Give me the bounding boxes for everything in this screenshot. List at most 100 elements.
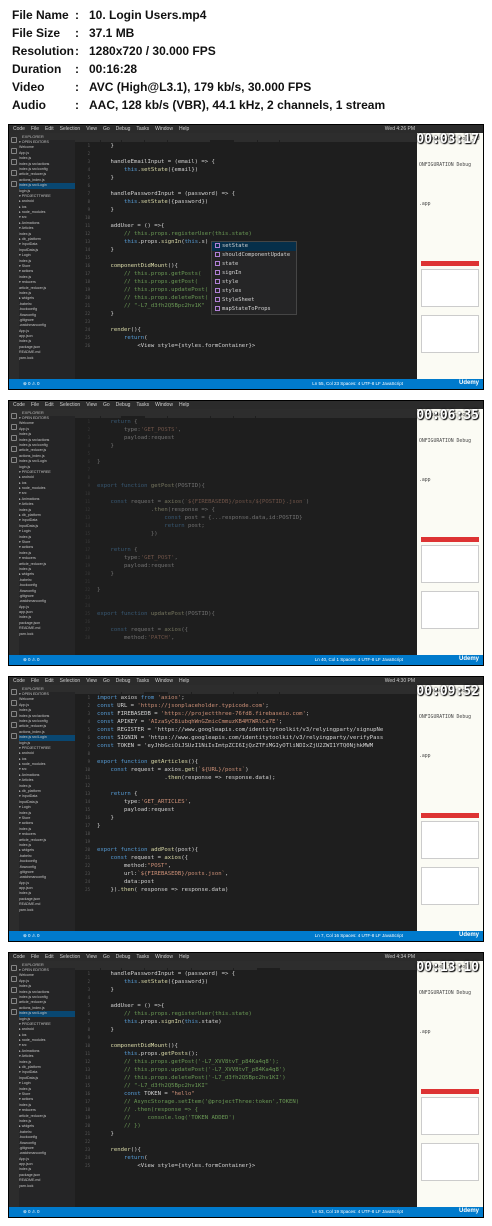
code-editor[interactable]: 1 2 3 4 5 6 7 8 9 10 11 12 13 14 15 16 17 18 19 20 21 22 23 24 2… [75,142,417,379]
menu-item-file[interactable]: File [31,954,39,960]
menu-item-code[interactable]: Code [13,954,25,960]
menu-item-selection[interactable]: Selection [60,678,81,684]
menu-item-debug[interactable]: Debug [116,402,131,408]
menu-item-debug[interactable]: Debug [116,126,131,132]
debug-icon[interactable] [11,998,17,1004]
menu-item-tasks[interactable]: Tasks [136,126,149,132]
cursor-position[interactable]: Ln 40, Col 1 Spaces: 4 UTF-8 LF JavaScri… [315,655,403,665]
code-line: // AsyncStorage.setItem('@projectThree:t… [97,1099,300,1105]
menu-item-selection[interactable]: Selection [60,954,81,960]
cursor-position[interactable]: Ln 55, Col 23 Spaces: 4 UTF-8 LF JavaScr… [312,379,403,389]
search-icon[interactable] [11,976,17,982]
explorer-item[interactable]: yarn.lock [19,908,75,913]
line-number: 27 [85,627,90,632]
code-area[interactable]: import axios from 'axios'; const URL = 'h… [97,694,417,931]
menu-item-edit[interactable]: Edit [45,402,54,408]
menu-item-edit[interactable]: Edit [45,678,54,684]
debug-icon[interactable] [11,446,17,452]
menu-item-tasks[interactable]: Tasks [136,678,149,684]
menu-item-code[interactable]: Code [13,678,25,684]
explorer-item[interactable]: yarn.lock [19,632,75,637]
menu-item-selection[interactable]: Selection [60,402,81,408]
menu-item-file[interactable]: File [31,126,39,132]
files-icon[interactable] [11,689,17,695]
git-icon[interactable] [11,159,17,165]
menu-item-code[interactable]: Code [13,402,25,408]
menu-item-view[interactable]: View [86,678,97,684]
extensions-icon[interactable] [11,457,17,463]
problems-indicator[interactable]: ⊗ 0 ⚠ 0 [23,657,40,662]
files-icon[interactable] [11,137,17,143]
extensions-icon[interactable] [11,1009,17,1015]
problems-indicator[interactable]: ⊗ 0 ⚠ 0 [23,381,40,386]
code-line: const request = axios({ [110,855,188,861]
cursor-position[interactable]: Ln 7, Col 16 Spaces: 4 UTF-8 LF JavaScri… [315,931,403,941]
menu-item-window[interactable]: Window [155,402,173,408]
menu-item-help[interactable]: Help [179,954,189,960]
menu-item-window[interactable]: Window [155,126,173,132]
menu-item-help[interactable]: Help [179,126,189,132]
autocomplete-label: style [222,279,239,285]
search-icon[interactable] [11,700,17,706]
code-editor[interactable]: 1 2 3 4 5 6 7 8 9 10 11 12 13 14 15 16 17 18 19 20 21 22 23 24 2… [75,418,417,655]
menu-item-go[interactable]: Go [103,402,110,408]
autocomplete-item[interactable]: shouldComponentUpdate [212,251,296,260]
autocomplete-item[interactable]: styles [212,287,296,296]
menu-item-file[interactable]: File [31,678,39,684]
extensions-icon[interactable] [11,181,17,187]
menu-item-help[interactable]: Help [179,402,189,408]
line-number: 21 [85,855,90,860]
cursor-position[interactable]: Ln 63, Col 19 Spaces: 4 UTF-8 LF JavaScr… [312,1207,403,1217]
autocomplete-item[interactable]: style [212,278,296,287]
explorer-item[interactable]: yarn.lock [19,1184,75,1189]
code-line: // }) [97,1123,141,1129]
menu-item-go[interactable]: Go [103,678,110,684]
files-icon[interactable] [11,965,17,971]
autocomplete-item[interactable]: signIn [212,269,296,278]
menu-item-edit[interactable]: Edit [45,954,54,960]
git-icon[interactable] [11,987,17,993]
debug-icon[interactable] [11,722,17,728]
code-area[interactable]: return { type:'GET_POSTS', payload:reque… [97,418,417,655]
menu-item-view[interactable]: View [86,954,97,960]
git-icon[interactable] [11,435,17,441]
problems-indicator[interactable]: ⊗ 0 ⚠ 0 [23,1209,40,1214]
menu-item-view[interactable]: View [86,126,97,132]
explorer-item[interactable]: yarn.lock [19,356,75,361]
problems-indicator[interactable]: ⊗ 0 ⚠ 0 [23,933,40,938]
menu-item-go[interactable]: Go [103,954,110,960]
extensions-icon[interactable] [11,733,17,739]
autocomplete-item[interactable]: setState [212,242,296,251]
code-editor[interactable]: 1 2 3 4 5 6 7 8 9 10 11 12 13 14 15 16 17 18 19 20 21 22 23 24 2… [75,694,417,931]
menu-item-edit[interactable]: Edit [45,126,54,132]
menu-item-debug[interactable]: Debug [116,954,131,960]
code-editor[interactable]: 1 2 3 4 5 6 7 8 9 10 11 12 13 14 15 16 17 18 19 20 21 22 23 24 2… [75,970,417,1207]
menu-item-debug[interactable]: Debug [116,678,131,684]
line-number: 25 [85,1163,90,1168]
search-icon[interactable] [11,424,17,430]
autocomplete-item[interactable]: mapStateToProps [212,305,296,314]
git-icon[interactable] [11,711,17,717]
menu-item-tasks[interactable]: Tasks [136,402,149,408]
autocomplete-item[interactable]: state [212,260,296,269]
files-icon[interactable] [11,413,17,419]
menu-item-go[interactable]: Go [103,126,110,132]
browser-window [421,867,479,905]
search-icon[interactable] [11,148,17,154]
menu-item-file[interactable]: File [31,402,39,408]
autocomplete-popup[interactable]: setState shouldComponentUpdate state signIn… [211,241,297,315]
media-info-panel: File Name : 10. Login Users.mp4 File Siz… [0,0,492,118]
menu-item-window[interactable]: Window [155,954,173,960]
autocomplete-item[interactable]: StyleSheet [212,296,296,305]
code-line: // "-L7_d3fh2Q5Bpc2hv1KI" [97,1083,209,1089]
menu-item-selection[interactable]: Selection [60,126,81,132]
menu-item-code[interactable]: Code [13,126,25,132]
menu-item-help[interactable]: Help [179,678,189,684]
menu-item-tasks[interactable]: Tasks [136,954,149,960]
debug-icon[interactable] [11,170,17,176]
menu-item-view[interactable]: View [86,402,97,408]
code-area[interactable]: handlePasswordInput = (password) => { th… [97,970,417,1207]
menu-item-window[interactable]: Window [155,678,173,684]
